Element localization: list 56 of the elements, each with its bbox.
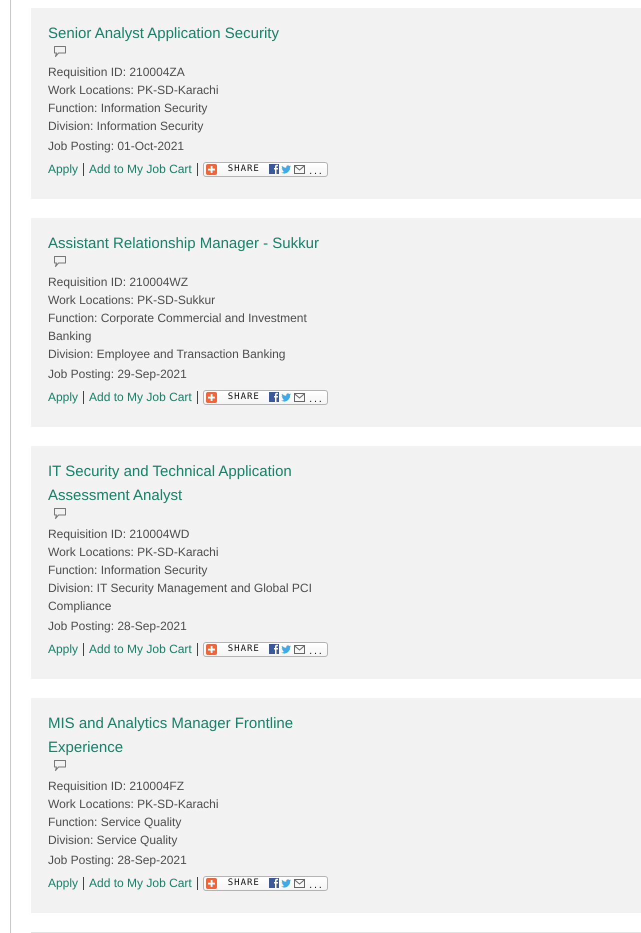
share-button[interactable]: SHARE ... [202,642,328,656]
apply-link[interactable]: Apply [48,874,78,892]
facebook-icon [269,878,280,888]
bird-icon [281,878,292,888]
bird-icon [281,644,292,654]
job-posting-date: Job Posting: 01-Oct-2021 [48,138,186,155]
job-detail-text: Function: Corporate Commercial and Investment Banking [48,310,308,345]
plus-icon [206,164,217,174]
bird-icon [281,392,292,402]
add-to-cart-link[interactable]: Add to My Job Cart [89,160,192,178]
job-detail-text: Division: Service Quality [48,832,178,849]
apply-link[interactable]: Apply [48,388,78,406]
mail-icon [294,878,306,888]
job-detail-text: Function: Information Security [48,562,208,579]
comment-icon [54,760,66,771]
job-detail-text: Division: Employee and Transaction Banking [48,346,286,363]
share-button[interactable]: SHARE ... [202,162,328,176]
share-button[interactable]: SHARE ... [202,876,328,890]
plus-icon [206,878,217,888]
job-detail-text: Function: Information Security [48,100,208,117]
job-detail-text: Work Locations: PK-SD-Sukkur [48,292,216,309]
apply-link[interactable]: Apply [48,160,78,178]
comment-icon [54,256,66,267]
apply-link[interactable]: Apply [48,640,78,658]
job-title-link[interactable]: Assistant Relationship Manager - Sukkur [48,232,338,256]
job-title-link[interactable]: MIS and Analytics Manager Frontline Experience [48,712,338,760]
job-title-link[interactable]: IT Security and Technical Application Assessment Analyst [48,460,338,508]
job-detail-text: Requisition ID: 210004FZ [48,778,186,795]
comment-icon [54,508,66,519]
facebook-icon [269,164,280,174]
job-posting-date: Job Posting: 28-Sep-2021 [48,852,188,869]
job-detail-text: Work Locations: PK-SD-Karachi [48,796,220,813]
facebook-icon [269,644,280,654]
add-to-cart-link[interactable]: Add to My Job Cart [89,640,192,658]
add-to-cart-link[interactable]: Add to My Job Cart [89,388,192,406]
job-detail-text: Function: Service Quality [48,814,182,831]
job-detail-text: Work Locations: PK-SD-Karachi [48,82,220,99]
share-button[interactable]: SHARE ... [202,390,328,404]
mail-icon [294,164,306,174]
plus-icon [206,392,217,402]
add-to-cart-link[interactable]: Add to My Job Cart [89,874,192,892]
facebook-icon [269,392,280,402]
comment-icon [54,46,66,57]
job-detail-text: Requisition ID: 210004WD [48,526,190,543]
mail-icon [294,392,306,402]
job-detail-text: Work Locations: PK-SD-Karachi [48,544,220,561]
job-detail-text: Division: IT Security Management and Global PCI Compliance [48,580,313,615]
job-detail-text: Requisition ID: 210004WZ [48,274,190,291]
job-detail-text: Division: Information Security [48,118,204,135]
job-detail-text: Requisition ID: 210004ZA [48,64,186,81]
mail-icon [294,644,306,654]
bird-icon [281,164,292,174]
job-posting-date: Job Posting: 28-Sep-2021 [48,618,188,635]
job-posting-date: Job Posting: 29-Sep-2021 [48,366,188,383]
plus-icon [206,644,217,654]
job-title-link[interactable]: Senior Analyst Application Security [48,22,338,46]
